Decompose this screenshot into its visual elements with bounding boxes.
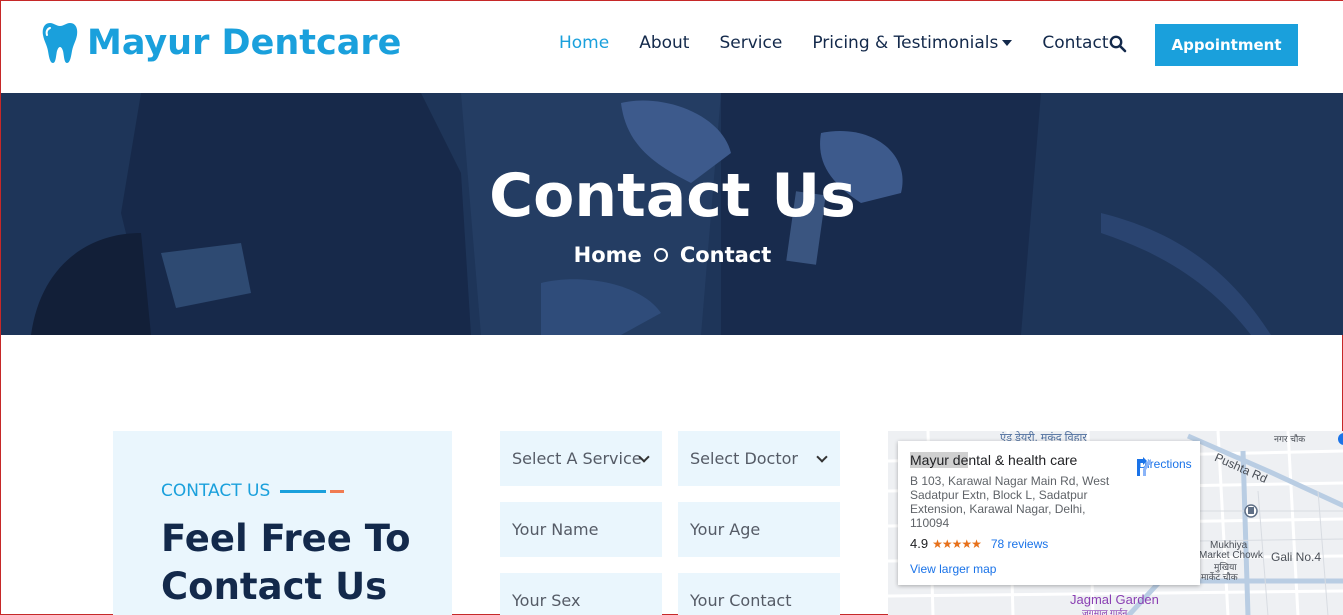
place-name-highlight: Mayur de: [910, 452, 969, 468]
site-header: Mayur Dentcare Home About Service Pricin…: [1, 1, 1343, 93]
doctor-select-value: Select Doctor: [690, 449, 798, 468]
service-select-value: Select A Service: [512, 449, 642, 468]
breadcrumb: Home Contact: [1, 243, 1343, 267]
kicker-line-orange: [330, 489, 345, 493]
sex-placeholder: Your Sex: [512, 591, 581, 610]
section-heading: Feel Free To Contact Us: [161, 517, 411, 608]
contact-intro-card: CONTACT US Feel Free To Contact Us: [113, 431, 452, 615]
brand-name: Mayur Dentcare: [87, 23, 402, 63]
appointment-button[interactable]: Appointment: [1155, 24, 1298, 66]
age-input[interactable]: Your Age: [678, 502, 840, 557]
map-label-jagmal: Jagmal Garden: [1070, 592, 1159, 607]
section-kicker: CONTACT US: [161, 481, 345, 501]
age-placeholder: Your Age: [690, 520, 761, 539]
nav-pricing-testimonials[interactable]: Pricing & Testimonials: [812, 33, 1013, 53]
kicker-line-blue: [280, 489, 327, 493]
embedded-map[interactable]: एंड डेयरी, मुकुंद विहार नगर चौक Pushta R…: [888, 431, 1343, 615]
directions-icon: [1137, 457, 1151, 476]
place-name: Mayur dental & health care: [910, 452, 1077, 468]
map-label-nagar-chowk: नगर चौक: [1274, 434, 1306, 444]
circle-separator-icon: [653, 248, 668, 262]
contact-placeholder: Your Contact: [690, 591, 792, 610]
site-logo[interactable]: Mayur Dentcare: [41, 21, 401, 65]
place-name-rest: ntal & health care: [968, 452, 1078, 468]
page-title: Contact Us: [489, 161, 856, 231]
main-nav: Home About Service Pricing & Testimonial…: [559, 33, 1138, 53]
page-hero: Contact Us Home Contact: [1, 93, 1343, 335]
chevron-down-icon: [816, 451, 828, 463]
map-label-gali: Gali No.4: [1271, 550, 1322, 564]
nav-contact[interactable]: Contact: [1042, 33, 1108, 53]
nav-about[interactable]: About: [639, 33, 689, 53]
kicker-text: CONTACT US: [161, 481, 271, 501]
breadcrumb-home[interactable]: Home: [574, 243, 642, 267]
map-label-market-chowk-hi: मार्केट चौक: [1201, 572, 1238, 582]
caret-down-icon: [1002, 40, 1013, 46]
map-place-card: Mayur dental & health care B 103, Karawa…: [898, 441, 1200, 585]
place-rating: 4.9 ★★★★★ 78 reviews: [910, 536, 1048, 551]
rating-value: 4.9: [910, 536, 929, 551]
reviews-link[interactable]: 78 reviews: [991, 537, 1048, 551]
nav-home[interactable]: Home: [559, 33, 609, 53]
name-input[interactable]: Your Name: [500, 502, 662, 557]
name-placeholder: Your Name: [512, 520, 599, 539]
service-select[interactable]: Select A Service: [500, 431, 662, 486]
doctor-select[interactable]: Select Doctor: [678, 431, 840, 486]
map-label-jagmal-hi: जगमाल गार्डन: [1082, 608, 1128, 615]
nav-pricing-label: Pricing & Testimonials: [812, 33, 999, 53]
place-address: B 103, Karawal Nagar Main Rd, West Sadat…: [910, 474, 1110, 530]
nav-service[interactable]: Service: [719, 33, 782, 53]
directions-button[interactable]: Directions: [1132, 455, 1198, 476]
contact-input[interactable]: Your Contact: [678, 573, 840, 615]
search-icon[interactable]: [1109, 35, 1127, 53]
breadcrumb-current: Contact: [679, 243, 772, 267]
tooth-icon: [42, 23, 78, 63]
star-rating-icon: ★★★★★: [932, 536, 982, 551]
view-larger-map-link[interactable]: View larger map: [910, 562, 996, 576]
sex-input[interactable]: Your Sex: [500, 573, 662, 615]
